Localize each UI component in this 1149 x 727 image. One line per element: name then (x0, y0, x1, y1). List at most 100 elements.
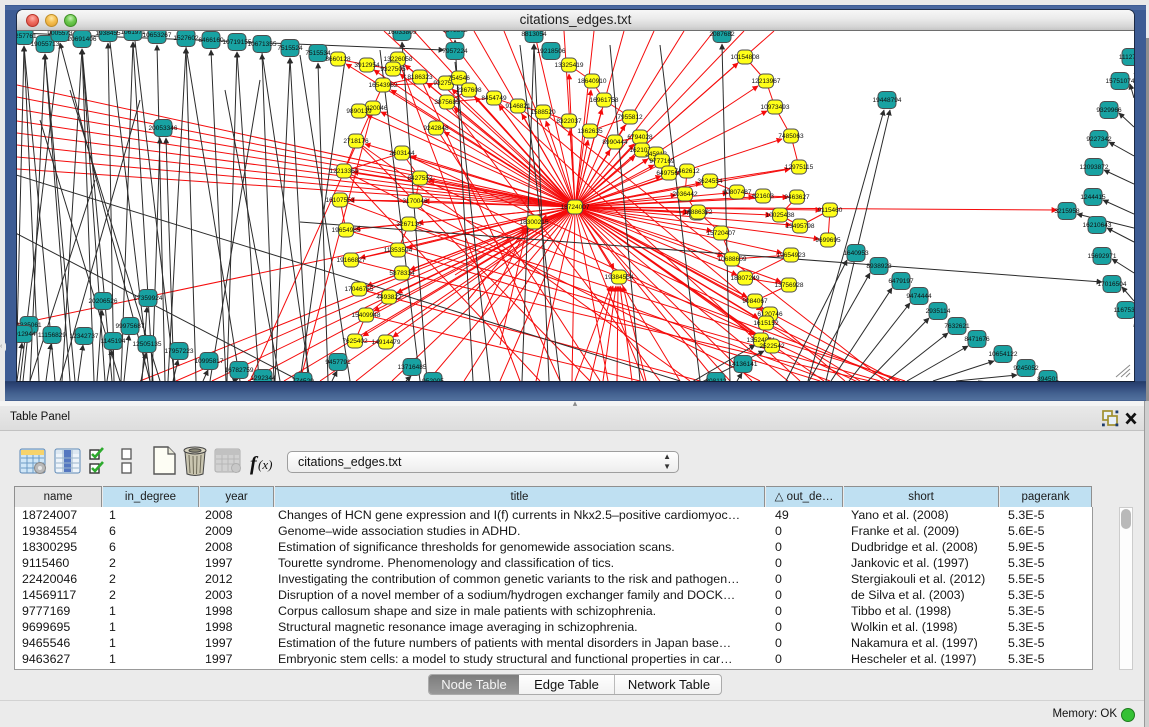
svg-text:8454749: 8454749 (481, 95, 507, 102)
svg-text:11353594: 11353594 (384, 247, 413, 254)
svg-text:9084067: 9084067 (742, 298, 768, 305)
svg-text:16543962: 16543962 (369, 82, 398, 89)
svg-text:9242848: 9242848 (423, 125, 449, 132)
svg-text:1167534: 1167534 (1114, 307, 1134, 314)
svg-text:808112: 808112 (705, 378, 727, 381)
svg-text:1640953: 1640953 (843, 250, 869, 257)
svg-text:7955812: 7955812 (617, 114, 643, 121)
svg-text:754546: 754546 (448, 75, 470, 82)
svg-text:1615152: 1615152 (753, 320, 779, 327)
svg-text:2036442: 2036442 (672, 191, 698, 198)
svg-text:7515524: 7515524 (277, 45, 303, 52)
svg-text:9474444: 9474444 (906, 293, 932, 300)
svg-text:3912944: 3912944 (17, 331, 36, 338)
svg-text:3875685: 3875685 (434, 99, 460, 106)
svg-text:13756928: 13756928 (775, 282, 804, 289)
svg-text:16107553: 16107553 (326, 197, 355, 204)
svg-text:14914479: 14914479 (372, 339, 401, 346)
svg-text:8471676: 8471676 (964, 336, 990, 343)
svg-text:952005: 952005 (422, 378, 444, 381)
svg-text:15720407: 15720407 (707, 230, 736, 237)
svg-text:12342737: 12342737 (70, 333, 99, 340)
svg-text:5878334: 5878334 (389, 270, 415, 277)
svg-text:2087682: 2087682 (709, 31, 735, 38)
svg-text:894501: 894501 (1037, 376, 1059, 381)
svg-text:10671355: 10671355 (248, 41, 277, 48)
svg-text:9327505: 9327505 (380, 66, 406, 73)
svg-text:9329966: 9329966 (1096, 107, 1122, 114)
svg-text:19654985: 19654985 (332, 227, 361, 234)
svg-text:10973493: 10973493 (761, 104, 790, 111)
svg-text:19055713: 19055713 (31, 41, 60, 48)
svg-text:7957224: 7957224 (442, 48, 468, 55)
svg-text:18807249: 18807249 (731, 275, 760, 282)
svg-text:16782759: 16782759 (225, 367, 254, 374)
svg-text:16886322: 16886322 (684, 209, 713, 216)
svg-text:8660128: 8660128 (325, 56, 351, 63)
svg-text:20053346: 20053346 (149, 125, 178, 132)
svg-text:9457791: 9457791 (325, 359, 351, 366)
svg-text:19654923: 19654923 (777, 252, 806, 259)
svg-text:10688609: 10688609 (718, 256, 747, 263)
svg-text:13325419: 13325419 (555, 62, 584, 69)
svg-text:18640910: 18640910 (578, 78, 607, 85)
svg-text:2718176: 2718176 (343, 138, 369, 145)
svg-text:10995817: 10995817 (195, 358, 224, 365)
svg-text:774529: 774529 (292, 378, 314, 381)
svg-text:6794028: 6794028 (627, 134, 653, 141)
svg-text:7462612: 7462612 (674, 168, 700, 175)
svg-text:17046765: 17046765 (345, 286, 374, 293)
svg-text:17016504: 17016504 (1098, 281, 1127, 288)
svg-text:11156829: 11156829 (38, 332, 66, 339)
svg-text:12213967: 12213967 (752, 78, 781, 85)
svg-text:7632621: 7632621 (944, 323, 970, 330)
svg-text:9245052: 9245052 (1013, 365, 1039, 372)
svg-text:10025438: 10025438 (766, 212, 795, 219)
svg-text:(x): (x) (258, 457, 272, 472)
svg-text:10653267: 10653267 (143, 32, 172, 39)
svg-text:10154808: 10154808 (731, 54, 760, 61)
svg-text:2522542: 2522542 (759, 343, 785, 350)
svg-text:99975687: 99975687 (116, 323, 145, 330)
svg-text:16210643: 16210643 (1083, 222, 1112, 229)
svg-text:1938455: 1938455 (95, 31, 121, 37)
svg-text:7485063: 7485063 (778, 133, 804, 140)
svg-text:13495798: 13495798 (786, 223, 815, 230)
svg-text:15409948: 15409948 (352, 312, 381, 319)
svg-text:17957223: 17957223 (165, 348, 194, 355)
svg-text:8813054: 8813054 (521, 31, 547, 38)
svg-text:20691406: 20691406 (68, 36, 97, 43)
svg-text:19448794: 19448794 (873, 97, 902, 104)
svg-text:2935114: 2935114 (926, 308, 951, 315)
svg-text:2367608: 2367608 (456, 87, 482, 94)
svg-text:8186323: 8186323 (407, 74, 433, 81)
svg-text:3170046: 3170046 (402, 198, 428, 205)
svg-text:3215958: 3215958 (1054, 208, 1080, 215)
svg-text:1244415: 1244415 (1080, 194, 1106, 201)
svg-text:1292344: 1292344 (250, 375, 276, 381)
svg-text:16033809: 16033809 (388, 31, 417, 36)
svg-text:2603144: 2603144 (389, 150, 415, 157)
svg-text:9115460: 9115460 (818, 207, 843, 214)
svg-text:621603: 621603 (752, 193, 774, 200)
svg-text:20206526: 20206526 (89, 298, 118, 305)
svg-text:19384554: 19384554 (605, 274, 634, 281)
svg-text:9146821: 9146821 (505, 103, 531, 110)
svg-text:6479197: 6479197 (888, 278, 914, 285)
svg-text:1527602: 1527602 (173, 35, 199, 42)
svg-text:12975115: 12975115 (785, 164, 814, 171)
svg-text:10807487: 10807487 (723, 189, 752, 196)
svg-text:19218506: 19218506 (537, 48, 566, 55)
svg-text:1145194: 1145194 (101, 338, 126, 345)
svg-text:8990444: 8990444 (602, 139, 628, 146)
svg-text:8427552: 8427552 (407, 175, 433, 182)
svg-text:10654122: 10654122 (989, 351, 1018, 358)
svg-text:3624554: 3624554 (697, 178, 723, 185)
svg-text:15692971: 15692971 (1088, 253, 1117, 260)
svg-text:14136141: 14136141 (729, 361, 758, 368)
svg-text:3267130: 3267130 (396, 221, 422, 228)
svg-text:9227342: 9227342 (1086, 136, 1112, 143)
svg-text:12213369: 12213369 (330, 168, 359, 175)
svg-text:17359924: 17359924 (134, 295, 163, 302)
svg-text:9890139: 9890139 (346, 108, 372, 115)
